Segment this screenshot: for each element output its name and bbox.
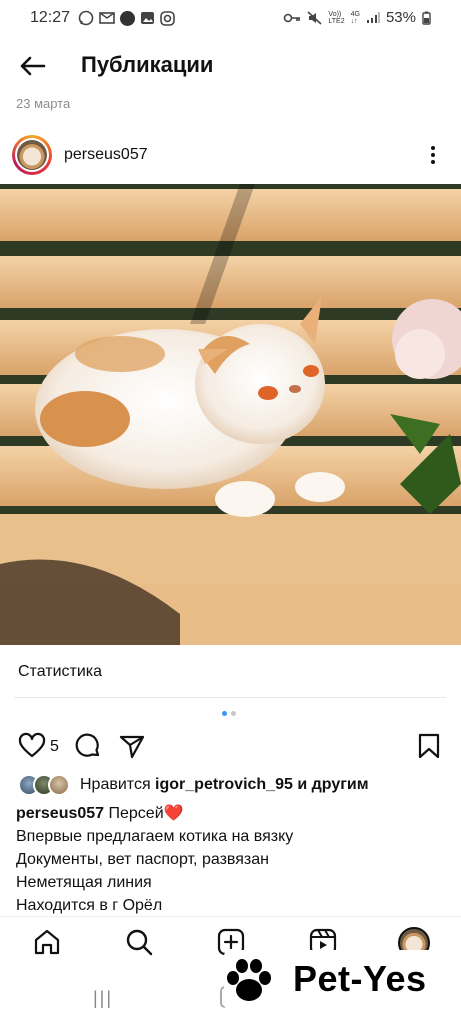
post-date: 23 марта — [16, 96, 71, 111]
share-icon[interactable] — [118, 732, 146, 760]
caption-line: Впервые предлагаем котика на вязку — [16, 828, 294, 845]
volte-indicator: Vo)) LTE2 — [328, 10, 345, 25]
pager-dot — [231, 711, 236, 716]
app-icon — [120, 10, 135, 26]
mute-icon — [307, 10, 322, 25]
heart-emoji-icon: ❤️ — [163, 805, 184, 822]
post-username[interactable]: perseus057 — [64, 146, 148, 164]
watermark-text: Pet-Yes — [293, 958, 427, 999]
post-photo[interactable] — [0, 184, 461, 645]
caption-line: Находится в г Орёл — [16, 897, 163, 914]
status-time: 12:27 — [30, 9, 71, 26]
system-icons: Vo)) LTE2 4G ↓↑ 53% — [283, 9, 431, 26]
like-heart-icon[interactable] — [18, 732, 46, 760]
post-avatar[interactable] — [12, 135, 52, 175]
liked-by-avatars[interactable] — [18, 774, 70, 796]
home-icon[interactable] — [33, 928, 61, 956]
paw-print-icon — [227, 959, 271, 1001]
recent-apps-icon[interactable]: ||| — [93, 988, 113, 1009]
status-bar: 12:27 Vo)) LTE2 4G ↓↑ 53% — [0, 0, 461, 36]
caption-line: Документы, вет паспорт, развязан — [16, 851, 269, 868]
net-type-indicator: 4G ↓↑ — [350, 10, 360, 25]
signal-icon — [366, 11, 380, 23]
instagram-icon — [160, 10, 175, 26]
post-caption: perseus057 Персей❤️ Впервые предлагаем к… — [16, 802, 446, 917]
carousel-pager — [222, 711, 236, 716]
battery-icon — [422, 11, 431, 25]
whatsapp-icon — [78, 10, 94, 26]
statistics-link[interactable]: Статистика — [18, 663, 102, 681]
caption-line: Неметящая линия — [16, 874, 152, 891]
notification-icons — [78, 10, 175, 26]
more-options-icon[interactable] — [430, 145, 436, 165]
pager-dot-active — [222, 711, 227, 716]
liked-by-username[interactable]: igor_petrovich_95 — [155, 776, 293, 793]
liked-by-text[interactable]: Нравится igor_petrovich_95 и другим — [80, 776, 369, 794]
page-title: Публикации — [81, 52, 214, 77]
comment-icon[interactable] — [74, 732, 102, 760]
key-icon — [284, 13, 301, 22]
divider — [14, 697, 446, 698]
caption-username[interactable]: perseus057 — [16, 805, 104, 822]
gallery-icon — [141, 12, 154, 24]
likes-count[interactable]: 5 — [50, 738, 59, 756]
mail-icon — [99, 12, 115, 24]
save-bookmark-icon[interactable] — [416, 732, 442, 760]
liker-avatar — [48, 774, 70, 796]
back-arrow-icon[interactable] — [18, 54, 46, 78]
battery-percent: 53% — [385, 9, 416, 26]
search-icon[interactable] — [125, 928, 153, 956]
